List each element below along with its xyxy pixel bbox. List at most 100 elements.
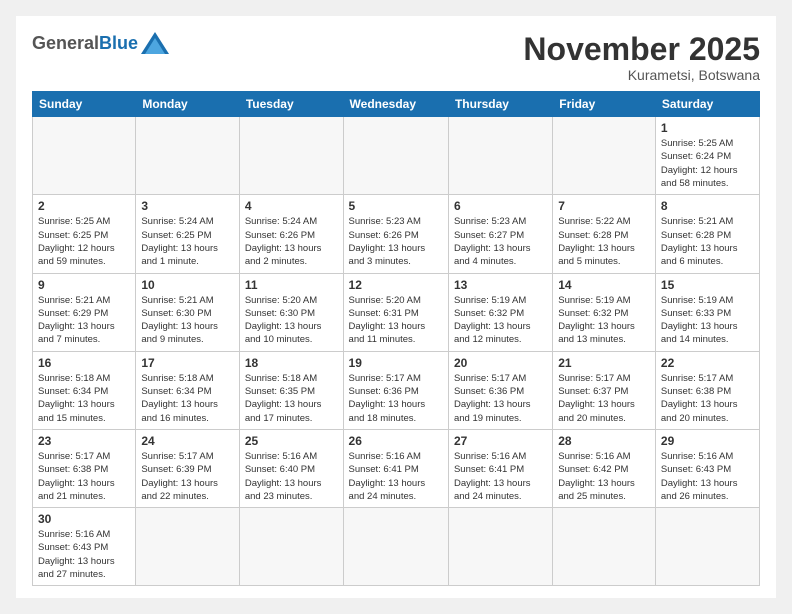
day-info: Sunrise: 5:18 AM Sunset: 6:34 PM Dayligh… [38, 372, 130, 425]
day-info: Sunrise: 5:23 AM Sunset: 6:27 PM Dayligh… [454, 215, 547, 268]
calendar-cell [239, 508, 343, 586]
day-number: 30 [38, 512, 130, 526]
weekday-header-friday: Friday [553, 92, 656, 117]
day-number: 19 [349, 356, 443, 370]
day-number: 22 [661, 356, 754, 370]
calendar-cell [136, 117, 240, 195]
calendar-cell: 13 Sunrise: 5:19 AM Sunset: 6:32 PM Dayli… [448, 273, 552, 351]
day-info: Sunrise: 5:17 AM Sunset: 6:36 PM Dayligh… [454, 372, 547, 425]
day-info: Sunrise: 5:18 AM Sunset: 6:34 PM Dayligh… [141, 372, 234, 425]
calendar-cell [553, 117, 656, 195]
weekday-header-saturday: Saturday [655, 92, 759, 117]
calendar-cell: 28 Sunrise: 5:16 AM Sunset: 6:42 PM Dayli… [553, 429, 656, 507]
day-number: 2 [38, 199, 130, 213]
day-number: 3 [141, 199, 234, 213]
day-number: 20 [454, 356, 547, 370]
calendar-cell [136, 508, 240, 586]
calendar-cell: 10Sunrise: 5:21 AM Sunset: 6:30 PM Dayli… [136, 273, 240, 351]
calendar-cell: 12Sunrise: 5:20 AM Sunset: 6:31 PM Dayli… [343, 273, 448, 351]
week-row-2: 2 Sunrise: 5:25 AM Sunset: 6:25 PM Daylig… [33, 195, 760, 273]
header: General Blue November 2025 Kurametsi, Bo… [32, 32, 760, 83]
day-info: Sunrise: 5:22 AM Sunset: 6:28 PM Dayligh… [558, 215, 650, 268]
calendar-cell: 23 Sunrise: 5:17 AM Sunset: 6:38 PM Dayli… [33, 429, 136, 507]
weekday-header-tuesday: Tuesday [239, 92, 343, 117]
day-number: 13 [454, 278, 547, 292]
day-info: Sunrise: 5:25 AM Sunset: 6:25 PM Dayligh… [38, 215, 130, 268]
day-number: 25 [245, 434, 338, 448]
weekday-header-row: SundayMondayTuesdayWednesdayThursdayFrid… [33, 92, 760, 117]
calendar-cell: 27Sunrise: 5:16 AM Sunset: 6:41 PM Dayli… [448, 429, 552, 507]
day-info: Sunrise: 5:24 AM Sunset: 6:25 PM Dayligh… [141, 215, 234, 268]
logo-icon [141, 32, 169, 54]
calendar-cell [553, 508, 656, 586]
day-info: Sunrise: 5:17 AM Sunset: 6:37 PM Dayligh… [558, 372, 650, 425]
logo-general-text: General [32, 33, 99, 54]
day-number: 17 [141, 356, 234, 370]
day-info: Sunrise: 5:17 AM Sunset: 6:38 PM Dayligh… [661, 372, 754, 425]
calendar-cell [239, 117, 343, 195]
day-number: 29 [661, 434, 754, 448]
calendar-cell [448, 117, 552, 195]
day-number: 18 [245, 356, 338, 370]
day-number: 21 [558, 356, 650, 370]
location: Kurametsi, Botswana [523, 67, 760, 83]
calendar-cell: 3 Sunrise: 5:24 AM Sunset: 6:25 PM Daylig… [136, 195, 240, 273]
calendar-cell: 21 Sunrise: 5:17 AM Sunset: 6:37 PM Dayli… [553, 351, 656, 429]
calendar-cell [343, 508, 448, 586]
day-info: Sunrise: 5:16 AM Sunset: 6:42 PM Dayligh… [558, 450, 650, 503]
calendar-cell: 5Sunrise: 5:23 AM Sunset: 6:26 PM Daylig… [343, 195, 448, 273]
calendar-cell [343, 117, 448, 195]
day-info: Sunrise: 5:17 AM Sunset: 6:39 PM Dayligh… [141, 450, 234, 503]
day-info: Sunrise: 5:17 AM Sunset: 6:38 PM Dayligh… [38, 450, 130, 503]
day-info: Sunrise: 5:21 AM Sunset: 6:29 PM Dayligh… [38, 294, 130, 347]
day-info: Sunrise: 5:19 AM Sunset: 6:32 PM Dayligh… [558, 294, 650, 347]
week-row-4: 16Sunrise: 5:18 AM Sunset: 6:34 PM Dayli… [33, 351, 760, 429]
calendar-cell: 18 Sunrise: 5:18 AM Sunset: 6:35 PM Dayli… [239, 351, 343, 429]
day-info: Sunrise: 5:19 AM Sunset: 6:33 PM Dayligh… [661, 294, 754, 347]
day-info: Sunrise: 5:19 AM Sunset: 6:32 PM Dayligh… [454, 294, 547, 347]
week-row-1: 1 Sunrise: 5:25 AM Sunset: 6:24 PM Daylig… [33, 117, 760, 195]
day-info: Sunrise: 5:16 AM Sunset: 6:43 PM Dayligh… [661, 450, 754, 503]
weekday-header-monday: Monday [136, 92, 240, 117]
week-row-3: 9 Sunrise: 5:21 AM Sunset: 6:29 PM Daylig… [33, 273, 760, 351]
day-number: 26 [349, 434, 443, 448]
calendar-cell [448, 508, 552, 586]
calendar-cell: 30 Sunrise: 5:16 AM Sunset: 6:43 PM Dayli… [33, 508, 136, 586]
day-info: Sunrise: 5:24 AM Sunset: 6:26 PM Dayligh… [245, 215, 338, 268]
calendar-cell: 4Sunrise: 5:24 AM Sunset: 6:26 PM Daylig… [239, 195, 343, 273]
day-info: Sunrise: 5:18 AM Sunset: 6:35 PM Dayligh… [245, 372, 338, 425]
day-number: 23 [38, 434, 130, 448]
calendar-cell: 22 Sunrise: 5:17 AM Sunset: 6:38 PM Dayli… [655, 351, 759, 429]
calendar-cell: 25 Sunrise: 5:16 AM Sunset: 6:40 PM Dayli… [239, 429, 343, 507]
day-info: Sunrise: 5:17 AM Sunset: 6:36 PM Dayligh… [349, 372, 443, 425]
calendar-cell: 24Sunrise: 5:17 AM Sunset: 6:39 PM Dayli… [136, 429, 240, 507]
day-number: 28 [558, 434, 650, 448]
day-info: Sunrise: 5:20 AM Sunset: 6:30 PM Dayligh… [245, 294, 338, 347]
title-block: November 2025 Kurametsi, Botswana [523, 32, 760, 83]
day-info: Sunrise: 5:16 AM Sunset: 6:43 PM Dayligh… [38, 528, 130, 581]
weekday-header-wednesday: Wednesday [343, 92, 448, 117]
month-title: November 2025 [523, 32, 760, 67]
day-number: 27 [454, 434, 547, 448]
calendar-cell: 14Sunrise: 5:19 AM Sunset: 6:32 PM Dayli… [553, 273, 656, 351]
day-info: Sunrise: 5:25 AM Sunset: 6:24 PM Dayligh… [661, 137, 754, 190]
calendar-cell: 7Sunrise: 5:22 AM Sunset: 6:28 PM Daylig… [553, 195, 656, 273]
calendar-cell: 15Sunrise: 5:19 AM Sunset: 6:33 PM Dayli… [655, 273, 759, 351]
day-info: Sunrise: 5:16 AM Sunset: 6:40 PM Dayligh… [245, 450, 338, 503]
day-info: Sunrise: 5:23 AM Sunset: 6:26 PM Dayligh… [349, 215, 443, 268]
logo-blue-text: Blue [99, 33, 138, 54]
logo: General Blue [32, 32, 169, 54]
day-info: Sunrise: 5:16 AM Sunset: 6:41 PM Dayligh… [349, 450, 443, 503]
day-number: 10 [141, 278, 234, 292]
calendar-cell: 29 Sunrise: 5:16 AM Sunset: 6:43 PM Dayli… [655, 429, 759, 507]
calendar-cell: 26 Sunrise: 5:16 AM Sunset: 6:41 PM Dayli… [343, 429, 448, 507]
calendar-cell: 17 Sunrise: 5:18 AM Sunset: 6:34 PM Dayli… [136, 351, 240, 429]
calendar-cell: 20 Sunrise: 5:17 AM Sunset: 6:36 PM Dayli… [448, 351, 552, 429]
day-number: 9 [38, 278, 130, 292]
day-info: Sunrise: 5:21 AM Sunset: 6:28 PM Dayligh… [661, 215, 754, 268]
day-info: Sunrise: 5:20 AM Sunset: 6:31 PM Dayligh… [349, 294, 443, 347]
day-number: 1 [661, 121, 754, 135]
calendar-cell: 6Sunrise: 5:23 AM Sunset: 6:27 PM Daylig… [448, 195, 552, 273]
calendar-table: SundayMondayTuesdayWednesdayThursdayFrid… [32, 91, 760, 586]
calendar-cell: 1 Sunrise: 5:25 AM Sunset: 6:24 PM Daylig… [655, 117, 759, 195]
